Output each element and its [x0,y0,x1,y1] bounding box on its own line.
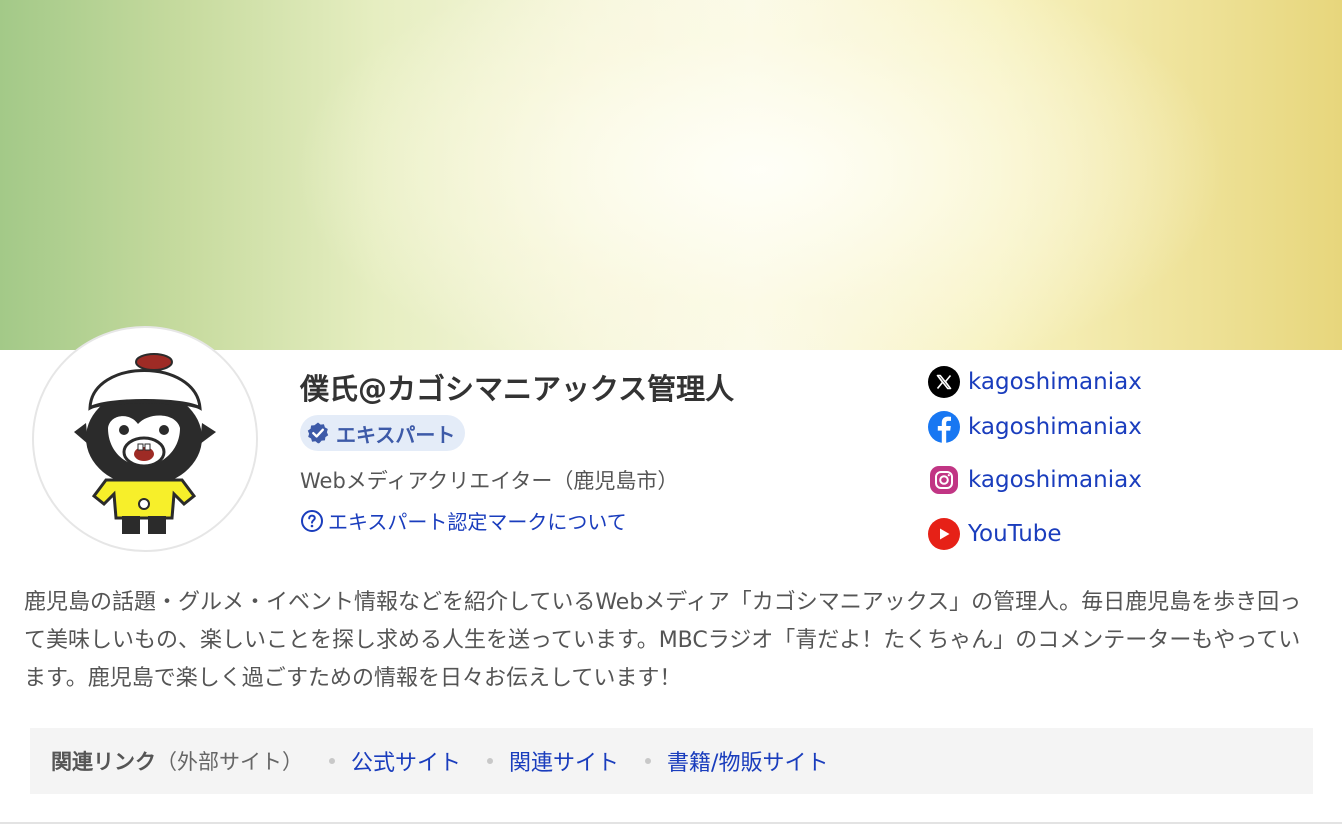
occupation: Webメディアクリエイター（鹿児島市） [300,469,679,493]
instagram-icon [930,466,958,495]
related-link-label: 関連サイト [509,751,620,776]
related-link-label: 公式サイト [351,751,462,776]
social-link-label: YouTube [968,520,1062,547]
cover-image [0,0,1342,350]
badge-label: エキスパート [336,422,456,447]
social-link-instagram[interactable]: kagoshimaniax [928,454,1308,508]
social-link-label: kagoshimaniax [968,413,1142,440]
related-links-bar: 関連リンク （外部サイト） 公式サイト 関連サイト 書籍/物販サイト [30,728,1313,794]
question-circle-icon [301,509,323,532]
avatar [32,326,258,552]
social-link-facebook[interactable]: kagoshimaniax [928,400,1308,454]
section-divider [0,822,1342,824]
expert-badge: エキスパート [300,415,466,451]
avatar-illustration [74,353,216,534]
related-links-title: 関連リンク [51,750,156,774]
profile-bio: 鹿児島の話題・グルメ・イベント情報などを紹介しているWebメディア「カゴシマニア… [24,590,1302,691]
x-icon [928,366,960,398]
related-link-official-site[interactable]: 公式サイト [329,745,461,777]
verified-check-icon [307,422,329,444]
social-link-label: kagoshimaniax [968,467,1142,494]
bullet-dot [487,758,494,764]
youtube-icon [928,517,960,550]
bullet-dot [645,758,652,764]
expert-mark-info-label: エキスパート認定マークについて [328,510,627,534]
related-link-related-site[interactable]: 関連サイト [487,745,619,777]
facebook-icon [928,410,960,443]
expert-mark-info-link[interactable]: エキスパート認定マークについて [300,506,627,535]
social-link-label: kagoshimaniax [968,369,1142,395]
related-links-note: （外部サイト） [156,750,303,774]
bullet-dot [329,758,335,764]
related-link-books-shop[interactable]: 書籍/物販サイト [645,745,828,777]
social-links: kagoshimaniax kagoshimaniax kagoshimania… [928,364,1308,561]
expert-profile-page: 僕氏@カゴシマニアックス管理人 エキスパート Webメディアクリエイター（鹿児島… [0,0,1342,826]
social-link-x[interactable]: kagoshimaniax [928,364,1308,400]
profile-name: 僕氏@カゴシマニアックス管理人 [300,372,735,406]
social-link-youtube[interactable]: YouTube [928,507,1308,561]
related-link-label: 書籍/物販サイト [667,751,829,776]
